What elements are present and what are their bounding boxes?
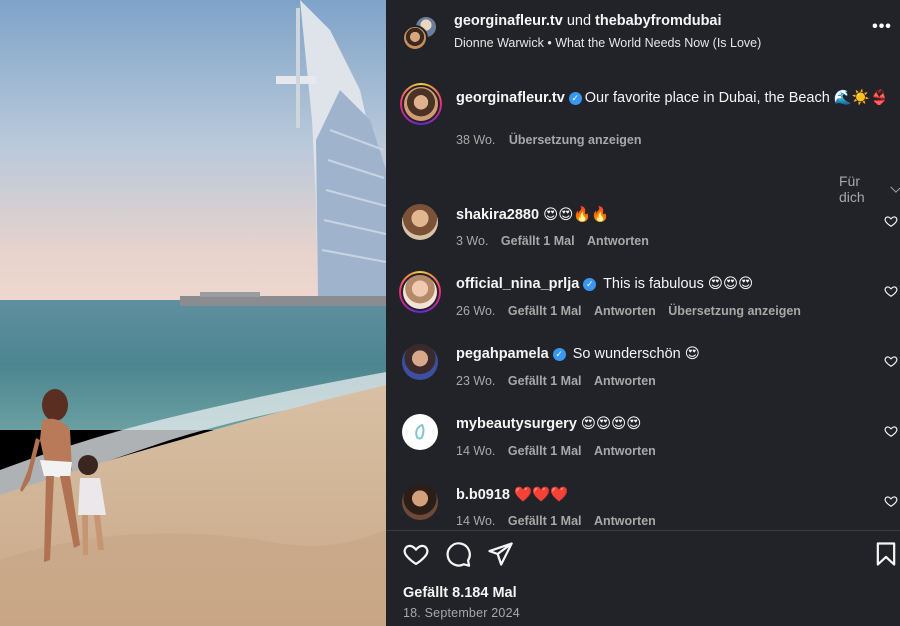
post-authors: georginafleur.tv und thebabyfromdubai <box>454 13 722 29</box>
comment-age: 23 Wo. <box>456 374 496 388</box>
comment-reply-button[interactable]: Antworten <box>594 374 656 388</box>
comment-meta: 26 Wo. Gefällt 1 Mal Antworten Übersetzu… <box>456 304 810 318</box>
comment-line: pegahpamela ✓ So wunderschön 😍 <box>456 346 700 362</box>
comment-likes[interactable]: Gefällt 1 Mal <box>508 304 582 318</box>
caption-text: Our favorite place in Dubai, the Beach 🌊… <box>584 90 888 106</box>
comment-line: mybeautysurgery 😍😍😍😍 <box>456 416 641 432</box>
comment-translate-link[interactable]: Übersetzung anzeigen <box>668 304 801 318</box>
comment-line: official_nina_prlja ✓ This is fabulous 😍😍… <box>456 276 753 292</box>
comment-username[interactable]: official_nina_prlja <box>456 276 579 292</box>
comment-reply-button[interactable]: Antworten <box>594 304 656 318</box>
comment-avatar[interactable] <box>402 484 438 520</box>
comment-username[interactable]: pegahpamela <box>456 346 549 362</box>
instagram-post-view: georginafleur.tv und thebabyfromdubai Di… <box>0 0 900 626</box>
author-link-georginafleur[interactable]: georginafleur.tv <box>454 13 563 29</box>
comment-meta: 14 Wo. Gefällt 1 Mal Antworten <box>456 514 665 528</box>
comment-line: b.b0918 ❤️❤️❤️ <box>456 486 568 503</box>
post-date[interactable]: 18. September 2024 <box>403 606 520 620</box>
comment-item: pegahpamela ✓ So wunderschön 😍 23 Wo. Gef… <box>386 340 900 410</box>
brand-logo-icon <box>415 423 425 440</box>
verified-badge-icon: ✓ <box>552 348 566 361</box>
comments-list[interactable]: shakira2880 😍😍🔥🔥 3 Wo. Gefällt 1 Mal Ant… <box>386 200 900 530</box>
comment-reply-button[interactable]: Antworten <box>594 444 656 458</box>
comment-age: 3 Wo. <box>456 234 489 248</box>
comment-item: b.b0918 ❤️❤️❤️ 14 Wo. Gefällt 1 Mal Antw… <box>386 480 900 530</box>
comment-item: official_nina_prlja ✓ This is fabulous 😍😍… <box>386 270 900 340</box>
comment-bubble-icon[interactable] <box>444 540 472 568</box>
comment-age: 14 Wo. <box>456 514 496 528</box>
comment-text: 😍😍😍😍 <box>580 416 642 432</box>
comment-avatar[interactable] <box>402 414 438 450</box>
music-separator: • <box>547 36 552 50</box>
comment-meta: 14 Wo. Gefällt 1 Mal Antworten <box>456 444 665 458</box>
comment-line: shakira2880 😍😍🔥🔥 <box>456 206 609 223</box>
caption-text-block: georginafleur.tv ✓ Our favorite place in D… <box>456 88 888 109</box>
comment-text: 😍😍🔥🔥 <box>543 207 610 223</box>
caption-meta: 38 Wo. Übersetzung anzeigen <box>456 133 642 147</box>
post-detail-panel: georginafleur.tv und thebabyfromdubai Di… <box>386 0 900 626</box>
post-actions-bar <box>386 538 900 572</box>
music-artist: Dionne Warwick <box>454 36 544 50</box>
avatar-georginafleur[interactable] <box>402 25 428 51</box>
comment-likes[interactable]: Gefällt 1 Mal <box>501 234 575 248</box>
heart-outline-icon[interactable] <box>884 424 898 438</box>
section-divider <box>386 530 900 531</box>
comment-username[interactable]: b.b0918 <box>456 487 510 503</box>
heart-outline-icon[interactable] <box>884 284 898 298</box>
comment-text: This is fabulous 😍😍😍 <box>603 276 754 292</box>
post-header: georginafleur.tv und thebabyfromdubai Di… <box>386 0 900 66</box>
caption-age: 38 Wo. <box>456 133 496 147</box>
collab-avatars[interactable] <box>402 15 438 51</box>
comment-username[interactable]: mybeautysurgery <box>456 416 577 432</box>
verified-badge-icon: ✓ <box>583 278 597 291</box>
comment-likes[interactable]: Gefällt 1 Mal <box>508 444 582 458</box>
caption-avatar[interactable] <box>400 83 442 125</box>
beach-photo <box>0 0 386 626</box>
post-photo[interactable] <box>0 0 386 626</box>
audio-attribution[interactable]: Dionne Warwick • What the World Needs No… <box>454 36 761 50</box>
heart-outline-icon[interactable] <box>884 214 898 228</box>
comment-avatar[interactable] <box>402 344 438 380</box>
share-send-icon[interactable] <box>486 540 514 568</box>
music-song: What the World Needs Now (Is Love) <box>555 36 762 50</box>
author-link-thebabyfromdubai[interactable]: thebabyfromdubai <box>595 13 721 29</box>
comment-likes[interactable]: Gefällt 1 Mal <box>508 374 582 388</box>
heart-outline-icon[interactable] <box>884 494 898 508</box>
caption-translate-link[interactable]: Übersetzung anzeigen <box>509 133 642 147</box>
comment-likes[interactable]: Gefällt 1 Mal <box>508 514 582 528</box>
like-heart-icon[interactable] <box>402 540 430 568</box>
comment-text: ❤️❤️❤️ <box>514 487 569 503</box>
comment-avatar[interactable] <box>402 204 438 240</box>
heart-outline-icon[interactable] <box>884 354 898 368</box>
comment-reply-button[interactable]: Antworten <box>594 514 656 528</box>
verified-badge-icon: ✓ <box>568 92 582 105</box>
comment-age: 14 Wo. <box>456 444 496 458</box>
comment-text: So wunderschön 😍 <box>572 346 700 362</box>
comment-meta: 3 Wo. Gefällt 1 Mal Antworten <box>456 234 658 248</box>
comment-age: 26 Wo. <box>456 304 496 318</box>
more-options-icon[interactable]: ••• <box>872 19 892 40</box>
likes-count[interactable]: Gefällt 8.184 Mal <box>403 585 517 601</box>
comment-item: shakira2880 😍😍🔥🔥 3 Wo. Gefällt 1 Mal Ant… <box>386 200 900 270</box>
chevron-down-icon <box>890 181 900 193</box>
comment-avatar[interactable] <box>399 271 441 313</box>
comment-item: mybeautysurgery 😍😍😍😍 14 Wo. Gefällt 1 Ma… <box>386 410 900 480</box>
comment-reply-button[interactable]: Antworten <box>587 234 649 248</box>
comment-username[interactable]: shakira2880 <box>456 207 539 223</box>
author-connector: und <box>566 13 592 29</box>
bookmark-save-icon[interactable] <box>872 540 900 568</box>
caption-username[interactable]: georginafleur.tv <box>456 90 565 106</box>
comment-meta: 23 Wo. Gefällt 1 Mal Antworten <box>456 374 665 388</box>
